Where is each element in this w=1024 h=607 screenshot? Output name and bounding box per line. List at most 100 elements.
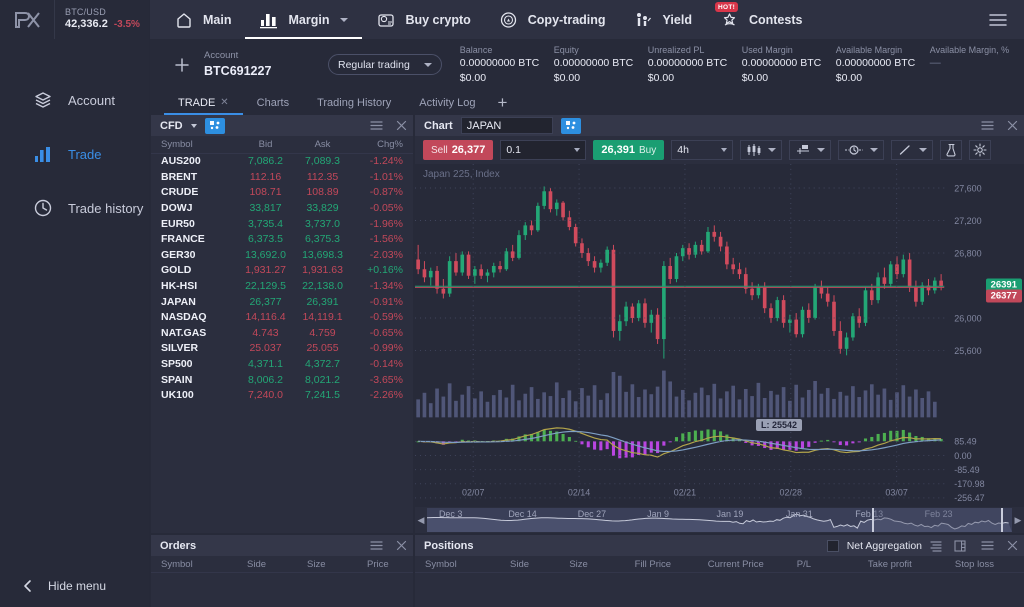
sidebar-item-account[interactable]: Account [0, 73, 149, 127]
fx-logo-icon[interactable] [0, 0, 54, 39]
cfd-row[interactable]: HK-HSI22,129.522,138.0-1.34% [151, 279, 413, 295]
panel-close-icon[interactable] [396, 540, 407, 551]
panel-close-icon[interactable] [1007, 120, 1018, 131]
btc-ticker[interactable]: BTC/USD 42,336.2 -3.5% [55, 7, 140, 32]
navigator-track[interactable]: Dec 3Dec 14Dec 27Jan 9Jan 19Jan 31Feb 13… [427, 508, 1012, 532]
cfd-ask: 22,138.0 [294, 280, 351, 292]
nav-item-label: Main [203, 13, 231, 27]
nav-item-buy-crypto[interactable]: Buy crypto [362, 0, 484, 39]
cfd-row[interactable]: DOWJ33,81733,829-0.05% [151, 201, 413, 217]
panel-menu-icon[interactable] [981, 540, 994, 551]
account-selector[interactable]: Account BTC691227 [204, 50, 324, 79]
sidebar-item-trade-history[interactable]: Trade history [0, 181, 149, 235]
symbol-picker-icon[interactable] [205, 118, 225, 134]
panel-menu-icon[interactable] [370, 120, 383, 131]
chart-type-button[interactable] [740, 140, 782, 160]
nav-item-main[interactable]: Main [160, 0, 245, 39]
cfd-row[interactable]: GER3013,692.013,698.3-2.03% [151, 248, 413, 264]
home-icon [174, 10, 194, 30]
sidebar-item-trade[interactable]: Trade [0, 127, 149, 181]
chart-symbol-input[interactable] [461, 117, 553, 134]
add-tab-button[interactable]: + [490, 94, 516, 111]
tab-activity-log[interactable]: Activity Log [405, 90, 489, 115]
cfd-row[interactable]: AUS2007,086.27,089.3-1.24% [151, 154, 413, 170]
panel-menu-icon[interactable] [370, 540, 383, 551]
net-aggregation-checkbox[interactable] [827, 540, 839, 552]
gear-icon[interactable] [969, 140, 991, 160]
metric-value-btc: 0.00000000 BTC [836, 56, 930, 70]
metric-available-margin-pct: Available Margin, % — [930, 44, 1024, 84]
chevron-down-icon[interactable] [191, 124, 197, 128]
cfd-symbol: GOLD [151, 264, 237, 276]
buy-button[interactable]: 26,391 Buy [593, 140, 664, 160]
volume-input[interactable]: 0.1 [500, 140, 586, 160]
nav-item-yield[interactable]: Yield [620, 0, 706, 39]
time-events-button[interactable] [838, 140, 884, 160]
cfd-bid: 4.743 [237, 327, 294, 339]
cfd-row[interactable]: SPAIN8,006.28,021.2-3.65% [151, 372, 413, 388]
nav-item-copy-trading[interactable]: Copy-trading [485, 0, 620, 39]
svg-text:Dec 14: Dec 14 [508, 509, 536, 519]
metric-value: — [930, 56, 1024, 71]
panel-menu-icon[interactable] [981, 120, 994, 131]
hide-menu-button[interactable]: Hide menu [0, 565, 150, 607]
cfd-ask: 13,698.3 [294, 249, 351, 261]
columns-icon[interactable] [954, 540, 966, 552]
chevron-down-icon [817, 148, 825, 152]
trading-mode-label: Regular trading [338, 59, 410, 71]
cfd-row[interactable]: CRUDE108.71108.89-0.87% [151, 185, 413, 201]
timeframe-select[interactable]: 4h [671, 140, 733, 160]
cfd-bid: 112.16 [237, 171, 294, 183]
cfd-ask: 112.35 [294, 171, 351, 183]
panel-close-icon[interactable] [1007, 540, 1018, 551]
orders-empty-body [151, 573, 413, 607]
close-icon[interactable]: ✕ [220, 97, 228, 108]
cfd-row[interactable]: UK1007,240.07,241.5-2.26% [151, 388, 413, 404]
cfd-change: -0.65% [351, 327, 413, 339]
cfd-change: -3.65% [351, 374, 413, 386]
metric-value-usd: $0.00 [836, 71, 930, 85]
cfd-row[interactable]: JAPAN26,37726,391-0.91% [151, 294, 413, 310]
clock-icon [32, 197, 54, 219]
orders-panel: Orders Symbol Side Size Price [151, 535, 413, 607]
hamburger-icon[interactable] [988, 12, 1008, 28]
cfd-change: -1.96% [351, 218, 413, 230]
tab-trading-history[interactable]: Trading History [303, 90, 405, 115]
cfd-row[interactable]: EUR503,735.43,737.0-1.96% [151, 216, 413, 232]
cfd-change: -1.01% [351, 171, 413, 183]
chart-navigator[interactable]: ◀ Dec 3Dec 14Dec 27Jan 9Jan 19Jan 31Feb … [415, 507, 1024, 533]
cfd-ask: 14,119.1 [294, 311, 351, 323]
cfd-symbol: BRENT [151, 171, 237, 183]
cfd-row[interactable]: FRANCE6,373.56,375.3-1.56% [151, 232, 413, 248]
drawing-tools-button[interactable] [891, 140, 933, 160]
indicators-button[interactable] [789, 140, 831, 160]
tab-charts[interactable]: Charts [243, 90, 303, 115]
chart-canvas[interactable]: Japan 225, Index 27,60027,20026,80026,00… [415, 164, 1024, 507]
add-account-button[interactable] [160, 39, 204, 90]
panel-close-icon[interactable] [396, 120, 407, 131]
sell-label: Sell [431, 145, 448, 156]
trading-mode-select[interactable]: Regular trading [328, 54, 442, 75]
navigator-selection[interactable] [872, 508, 1004, 532]
sell-button[interactable]: Sell 26,377 [423, 140, 493, 160]
tab-trade[interactable]: TRADE ✕ [164, 90, 243, 115]
cfd-row[interactable]: NAT.GAS4.7434.759-0.65% [151, 326, 413, 342]
nav-item-contests[interactable]: HOT! Contests [706, 0, 816, 39]
column-symbol: Symbol [151, 139, 237, 150]
group-rows-icon[interactable] [930, 540, 942, 552]
cfd-row[interactable]: SP5004,371.14,372.7-0.14% [151, 357, 413, 373]
cfd-row[interactable]: SILVER25.03725.055-0.99% [151, 341, 413, 357]
account-label: Account [204, 50, 324, 62]
candlestick-type-icon [746, 143, 762, 157]
navigator-scroll-left[interactable]: ◀ [415, 515, 427, 526]
cfd-row[interactable]: NASDAQ14,116.414,119.1-0.59% [151, 310, 413, 326]
cfd-change: -0.87% [351, 186, 413, 198]
flask-icon[interactable] [940, 140, 962, 160]
nav-item-margin[interactable]: Margin [245, 0, 362, 39]
symbol-picker-icon[interactable] [561, 118, 581, 134]
cfd-row[interactable]: BRENT112.16112.35-1.01% [151, 170, 413, 186]
account-value: BTC691227 [204, 63, 324, 79]
metric-value-usd: $0.00 [742, 71, 836, 85]
navigator-scroll-right[interactable]: ▶ [1012, 515, 1024, 526]
cfd-row[interactable]: GOLD1,931.271,931.63+0.16% [151, 263, 413, 279]
